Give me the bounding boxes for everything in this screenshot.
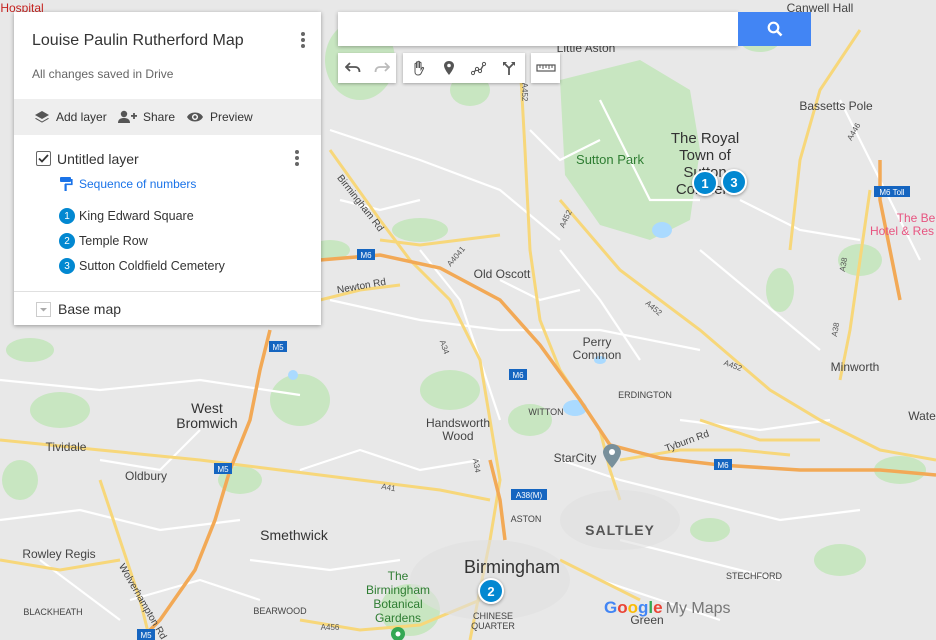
layers-icon <box>35 111 49 123</box>
place-name: King Edward Square <box>79 209 194 223</box>
label-perry-1: Perry <box>583 335 612 349</box>
label-minworth: Minworth <box>831 360 880 374</box>
ruler-icon[interactable] <box>531 53 560 83</box>
expand-arrow-icon[interactable] <box>36 302 51 317</box>
label-sutton-park: Sutton Park <box>576 152 644 167</box>
label-botanical-1: The <box>388 569 409 583</box>
layer-style-link[interactable]: Sequence of numbers <box>59 176 196 192</box>
label-chinese-1: CHINESE <box>473 611 513 621</box>
map-legend-panel: Louise Paulin Rutherford Map All changes… <box>14 12 321 325</box>
add-layer-label: Add layer <box>56 110 107 124</box>
add-person-icon <box>118 110 137 123</box>
label-royal-1: The Royal <box>671 130 739 147</box>
label-west-bromwich-2: Bromwich <box>176 415 237 431</box>
label-tividale: Tividale <box>46 440 87 454</box>
place-number-badge: 2 <box>59 233 75 249</box>
label-erdington: ERDINGTON <box>618 390 672 400</box>
redo-icon[interactable] <box>367 53 396 83</box>
label-smethwick: Smethwick <box>260 527 329 543</box>
undo-icon[interactable] <box>338 53 367 83</box>
label-botanical-4: Gardens <box>375 611 421 625</box>
share-label: Share <box>143 110 176 124</box>
label-botanical-2: Birmingham <box>366 583 430 597</box>
label-birmingham: Birmingham <box>464 557 560 577</box>
label-bassetts-pole: Bassetts Pole <box>799 99 873 113</box>
search-input[interactable] <box>338 12 738 46</box>
label-starcity: StarCity <box>554 451 597 465</box>
add-marker-icon[interactable] <box>434 53 464 83</box>
label-witton: WITTON <box>528 407 563 417</box>
checkmark-icon <box>38 154 49 163</box>
place-item[interactable]: 3 Sutton Coldfield Cemetery <box>59 256 225 276</box>
base-map-row[interactable]: Base map <box>14 292 321 325</box>
label-old-oscott: Old Oscott <box>474 267 531 281</box>
preview-label: Preview <box>210 110 253 124</box>
paint-roller-icon <box>60 177 73 191</box>
shield-m6toll: M6 Toll <box>879 188 904 197</box>
label-blackheath: BLACKHEATH <box>23 607 82 617</box>
label-hotel-1: The Be <box>897 211 936 225</box>
map-title[interactable]: Louise Paulin Rutherford Map <box>32 32 244 50</box>
layer-visibility-checkbox[interactable] <box>36 151 51 166</box>
google-wordmark: Google <box>604 598 663 617</box>
directions-icon[interactable] <box>494 53 524 83</box>
label-water: Wate <box>908 409 936 423</box>
shield-m5a: M5 <box>272 343 284 352</box>
shield-m6b: M6 <box>512 371 524 380</box>
label-royal-2: Town of <box>679 147 732 164</box>
label-chinese-2: QUARTER <box>471 621 515 631</box>
label-saltley: SALTLEY <box>585 522 655 538</box>
label-botanical-3: Botanical <box>373 597 422 611</box>
layer-header: Untitled layer <box>14 148 321 168</box>
map-pin-1[interactable]: 1 <box>692 170 718 196</box>
draw-line-icon[interactable] <box>464 53 494 83</box>
place-name: Temple Row <box>79 234 148 248</box>
my-maps-label: My Maps <box>665 600 731 617</box>
shield-a452: A452 <box>520 83 529 102</box>
share-button[interactable]: Share <box>117 99 175 135</box>
place-name: Sutton Coldfield Cemetery <box>79 259 225 273</box>
label-hotel-2: Hotel & Res <box>870 224 934 238</box>
map-pin-2[interactable]: 2 <box>478 578 504 604</box>
undo-redo-group <box>338 53 396 83</box>
label-handsworth-2: Wood <box>442 429 473 443</box>
base-map-label: Base map <box>58 301 122 317</box>
layer-options-icon[interactable] <box>291 148 303 168</box>
place-item[interactable]: 1 King Edward Square <box>59 206 194 226</box>
shield-m5b: M5 <box>217 465 229 474</box>
hand-icon[interactable] <box>404 53 434 83</box>
search-icon <box>767 21 782 37</box>
label-stechford: STECHFORD <box>726 571 783 581</box>
preview-button[interactable]: Preview <box>186 99 253 135</box>
shield-m6c: M6 <box>717 461 729 470</box>
shield-a456: A456 <box>321 623 340 632</box>
search-button[interactable] <box>738 12 811 46</box>
map-pin-3[interactable]: 3 <box>721 169 747 195</box>
panel-actions: Add layer Share Preview <box>14 99 321 135</box>
shield-a38m: A38(M) <box>516 491 543 500</box>
save-status: All changes saved in Drive <box>32 67 174 81</box>
add-layer-button[interactable]: Add layer <box>34 99 107 135</box>
shield-m5c: M5 <box>140 631 152 640</box>
map-tools-group <box>403 53 525 83</box>
label-perry-2: Common <box>573 348 622 362</box>
label-aston: ASTON <box>511 514 542 524</box>
layer-name[interactable]: Untitled layer <box>57 151 139 167</box>
label-west-bromwich-1: West <box>191 400 223 416</box>
shield-m6a: M6 <box>360 251 372 260</box>
place-item[interactable]: 2 Temple Row <box>59 231 148 251</box>
eye-icon <box>187 112 203 122</box>
layer-style-label: Sequence of numbers <box>79 177 197 191</box>
label-rowley-regis: Rowley Regis <box>22 547 95 561</box>
google-my-maps-logo: Google My Maps <box>604 598 731 618</box>
place-number-badge: 3 <box>59 258 75 274</box>
place-number-badge: 1 <box>59 208 75 224</box>
label-bearwood: BEARWOOD <box>253 606 307 616</box>
label-oldbury: Oldbury <box>125 469 167 483</box>
map-options-icon[interactable] <box>297 30 309 50</box>
label-handsworth-1: Handsworth <box>426 416 490 430</box>
